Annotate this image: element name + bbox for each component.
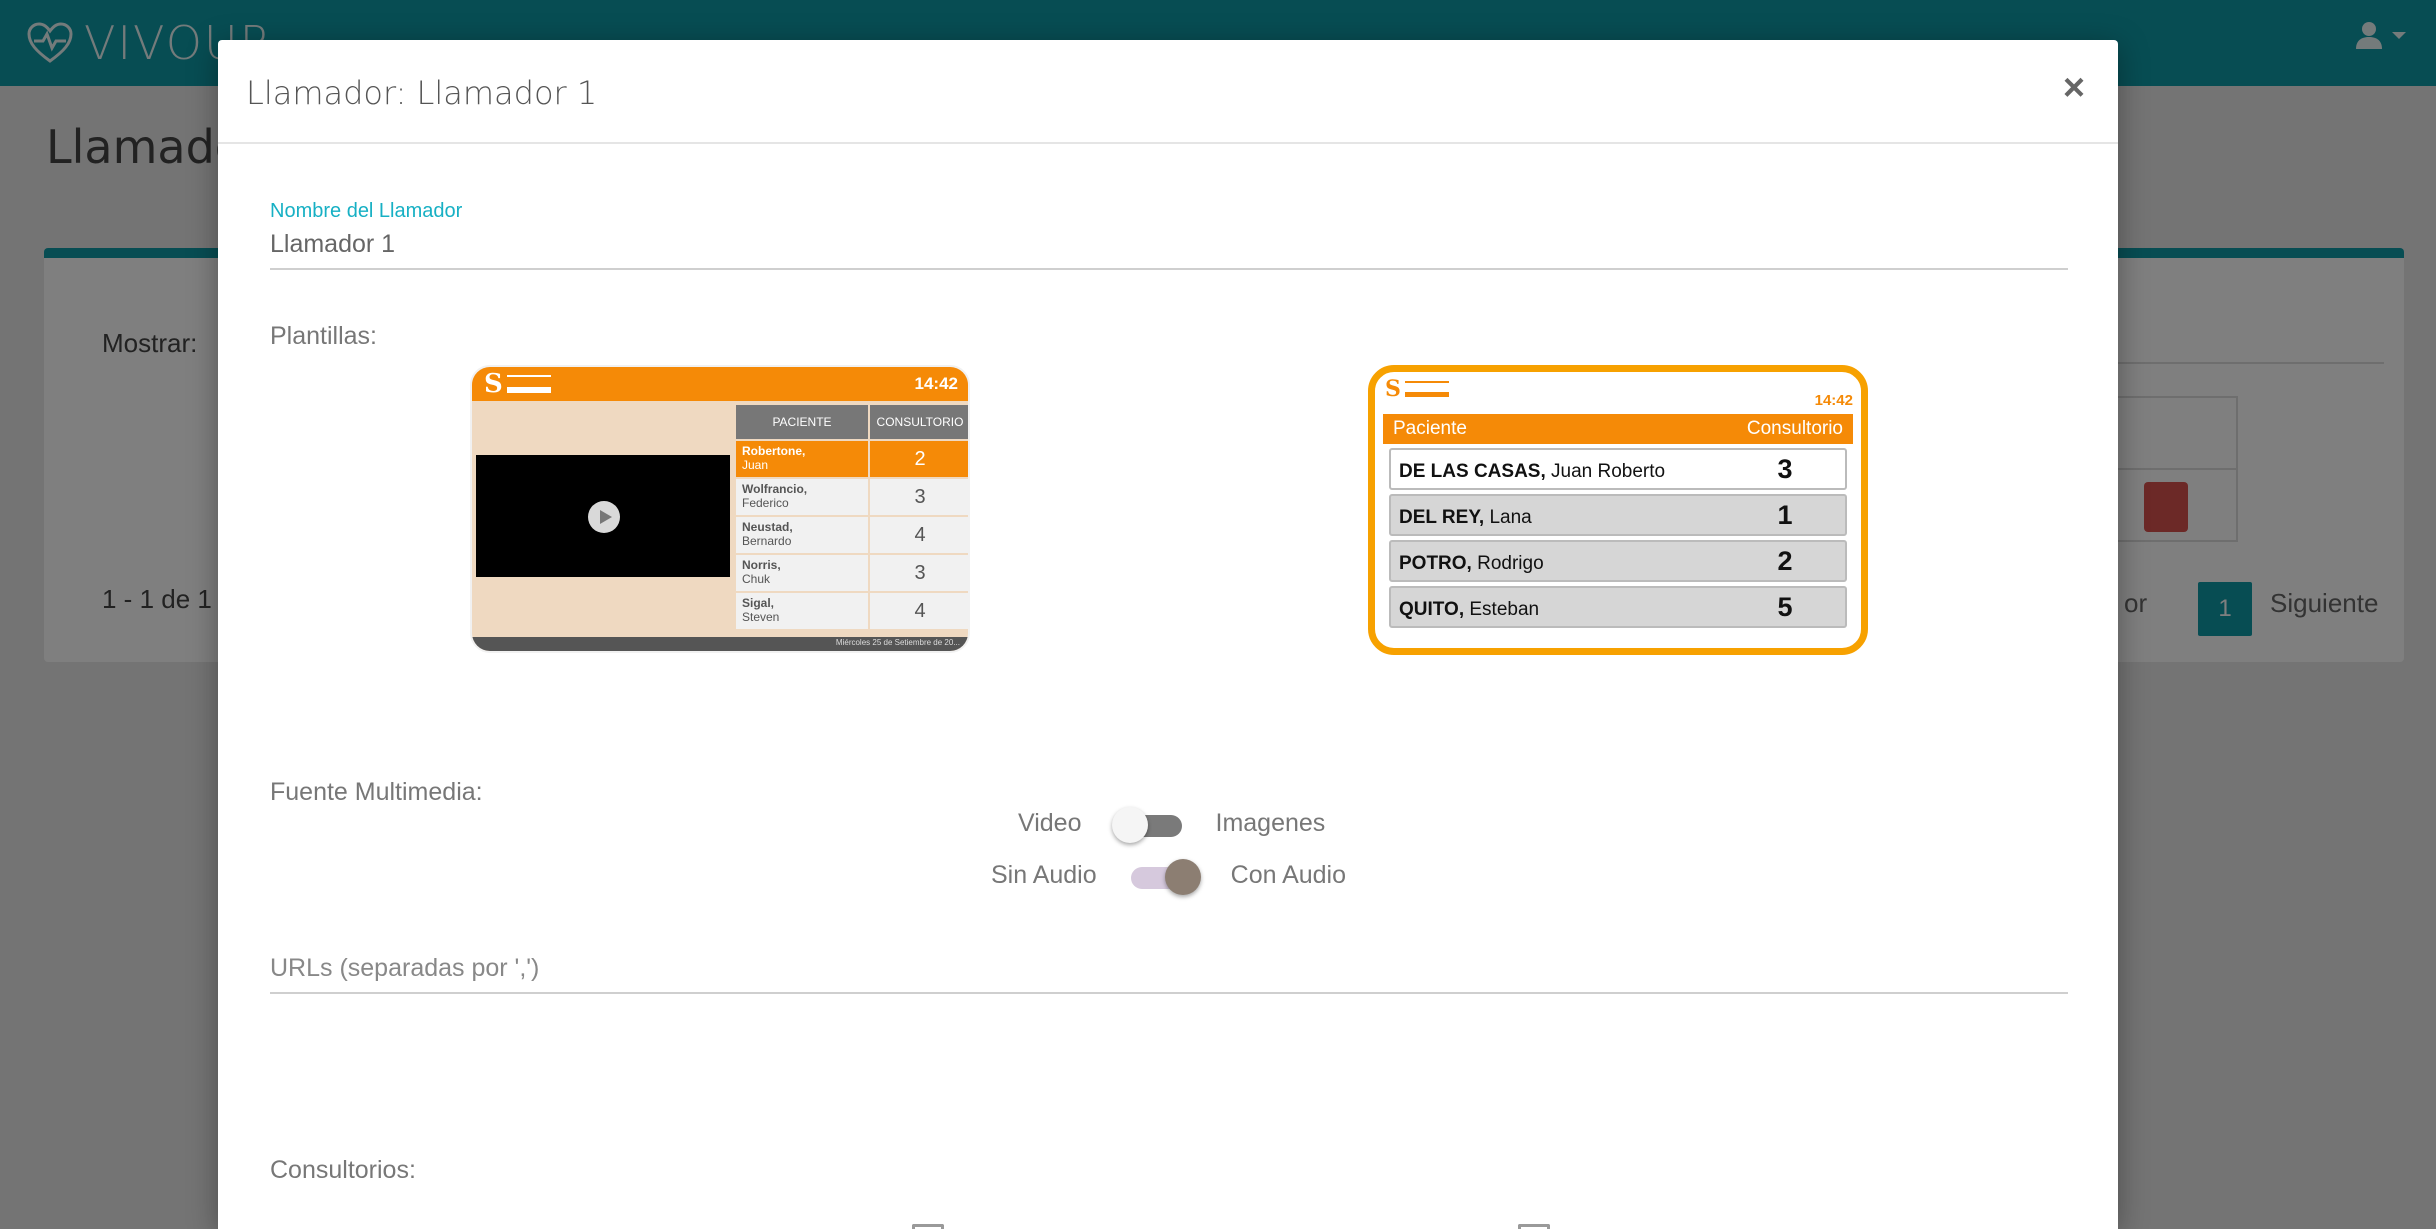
logo-lines — [1404, 381, 1449, 397]
video-option-label: Video — [1018, 808, 1082, 837]
media-source-switch[interactable] — [1111, 806, 1186, 843]
table-row: Sigal, Steven 4 — [736, 593, 968, 630]
patient-last-name: POTRO, — [1399, 553, 1472, 574]
offices-label: Consultorios: — [270, 1156, 416, 1184]
office-number: 3 — [1777, 454, 1793, 484]
patient-last-name: Neustad, — [742, 520, 793, 534]
patient-cell: Robertone, Juan — [736, 441, 868, 477]
template-option-list[interactable]: S 14:42 Paciente Consultorio DE LAS CASA… — [1368, 365, 1868, 655]
office-cell: 4 — [870, 593, 968, 629]
col-office-header: CONSULTORIO — [870, 405, 968, 439]
switch-knob — [1111, 807, 1148, 843]
list-item: DEL REY, Lana 1 — [1389, 494, 1847, 536]
play-icon — [588, 501, 620, 533]
patient-first-name: Juan — [742, 458, 769, 472]
patient-cell: Neustad, Bernardo — [736, 517, 868, 553]
caller-name-input[interactable] — [270, 230, 2068, 270]
video-preview — [476, 455, 730, 577]
template-date: Miércoles 25 de Setiembre de 20... — [835, 638, 960, 647]
office-checkbox[interactable] — [912, 1224, 944, 1229]
patient-first-name: Chuk — [742, 572, 771, 586]
patient-first-name: Bernardo — [742, 534, 792, 548]
media-toggle-row: Video Imagenes — [1018, 806, 1326, 843]
modal-header: Llamador: Llamador 1 × — [218, 40, 2118, 144]
patient-first-name: Esteban — [1464, 599, 1540, 620]
patient-last-name: Robertone, — [742, 444, 806, 458]
list-item: QUITO, Esteban 5 — [1389, 586, 1847, 628]
patient-last-name: QUITO, — [1399, 599, 1465, 620]
logo-mark: S — [1385, 376, 1401, 402]
patient-first-name: Steven — [742, 610, 780, 624]
table-row: Norris, Chuk 3 — [736, 555, 968, 592]
patient-name: QUITO, Esteban — [1399, 599, 1539, 621]
template-list-header: Paciente Consultorio — [1383, 414, 1853, 444]
patient-name: DEL REY, Lana — [1399, 507, 1532, 529]
table-row: Neustad, Bernardo 4 — [736, 517, 968, 554]
office-number: 1 — [1777, 500, 1793, 530]
audio-switch[interactable] — [1127, 858, 1201, 895]
patient-first-name: Federico — [742, 496, 789, 510]
patient-last-name: DE LAS CASAS, — [1399, 461, 1546, 482]
switch-knob — [1164, 859, 1201, 895]
patient-last-name: Wolfrancio, — [742, 482, 808, 496]
logo-lines — [506, 375, 551, 393]
logo-mark: S — [484, 369, 503, 399]
template-clock: 14:42 — [914, 374, 958, 393]
close-button[interactable]: × — [2052, 66, 2096, 110]
col-office-header: Consultorio — [1746, 418, 1843, 439]
caller-modal: Llamador: Llamador 1 × Nombre del Llamad… — [218, 40, 2118, 1229]
template-clock: 14:42 — [1814, 392, 1853, 409]
office-cell: 3 — [870, 555, 968, 591]
office-number: 2 — [1777, 546, 1793, 576]
office-checkbox[interactable] — [1518, 1224, 1550, 1229]
patient-cell: Sigal, Steven — [736, 593, 868, 629]
patient-first-name: Lana — [1484, 507, 1532, 528]
clinic-logo: S — [484, 371, 551, 397]
template-option-video[interactable]: S 14:42 PACIENTE CONSULTORIO Robertone, J… — [470, 365, 970, 653]
images-option-label: Imagenes — [1215, 808, 1326, 837]
table-row: Robertone, Juan 2 — [736, 441, 968, 478]
templates-label: Plantillas: — [270, 322, 377, 350]
patient-cell: Norris, Chuk — [736, 555, 868, 591]
patient-name: DE LAS CASAS, Juan Roberto — [1399, 461, 1665, 483]
office-cell: 2 — [870, 441, 968, 477]
patient-cell: Wolfrancio, Federico — [736, 479, 868, 515]
patient-first-name: Juan Roberto — [1545, 461, 1666, 482]
template-header: S 14:42 — [472, 367, 968, 401]
patient-last-name: DEL REY, — [1399, 507, 1485, 528]
office-number: 5 — [1777, 592, 1793, 622]
modal-title: Llamador: Llamador 1 — [246, 74, 598, 112]
clinic-logo: S — [1385, 378, 1449, 400]
audio-toggle-row: Sin Audio Con Audio — [991, 858, 1347, 895]
list-item: POTRO, Rodrigo 2 — [1389, 540, 1847, 582]
with-audio-label: Con Audio — [1230, 860, 1347, 889]
list-item: DE LAS CASAS, Juan Roberto 3 — [1389, 448, 1847, 490]
patient-last-name: Sigal, — [742, 596, 775, 610]
col-patient-header: Paciente — [1393, 418, 1467, 439]
media-source-label: Fuente Multimedia: — [270, 778, 483, 806]
col-patient-header: PACIENTE — [736, 405, 868, 439]
table-row: Wolfrancio, Federico 3 — [736, 479, 968, 516]
patient-last-name: Norris, — [742, 558, 781, 572]
office-cell: 3 — [870, 479, 968, 515]
template-footer: Miércoles 25 de Setiembre de 20... — [472, 637, 968, 651]
no-audio-label: Sin Audio — [991, 860, 1097, 889]
caller-name-label: Nombre del Llamador — [270, 200, 463, 222]
patient-first-name: Rodrigo — [1471, 553, 1544, 574]
patient-name: POTRO, Rodrigo — [1399, 553, 1544, 575]
office-cell: 4 — [870, 517, 968, 553]
urls-input[interactable] — [270, 952, 2068, 994]
